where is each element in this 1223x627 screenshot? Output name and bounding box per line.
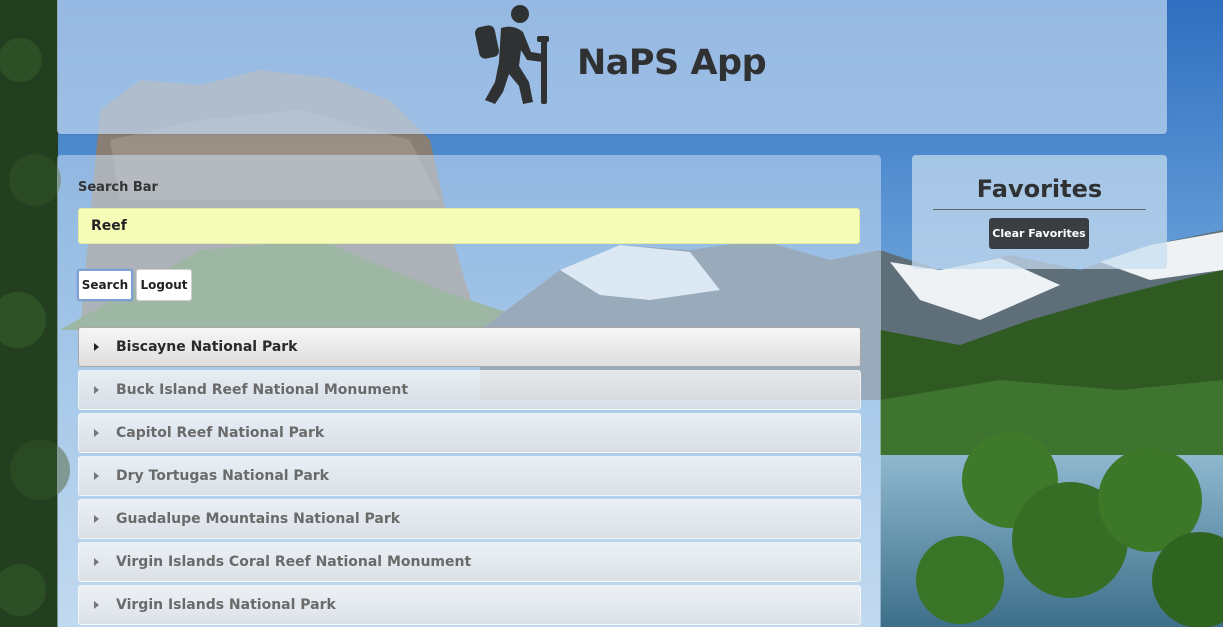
favorites-panel: Favorites Clear Favorites [912,155,1167,269]
result-item[interactable]: Dry Tortugas National Park [78,456,861,496]
app-title: NaPS App [577,43,767,83]
result-item-label: Virgin Islands National Park [116,597,336,613]
clear-favorites-button[interactable]: Clear Favorites [989,218,1089,249]
result-item[interactable]: Capitol Reef National Park [78,413,861,453]
result-item[interactable]: Guadalupe Mountains National Park [78,499,861,539]
favorites-divider [933,209,1146,210]
result-item[interactable]: Buck Island Reef National Monument [78,370,861,410]
caret-right-icon [94,386,99,394]
result-item[interactable]: Virgin Islands National Park [78,585,861,625]
result-item-label: Buck Island Reef National Monument [116,382,409,398]
search-panel: Search Bar Search Logout Biscayne Nation… [57,155,881,627]
caret-right-icon [94,601,99,609]
logout-button[interactable]: Logout [136,269,192,301]
caret-right-icon [94,343,99,351]
search-input[interactable] [78,208,860,244]
caret-right-icon [94,429,99,437]
search-label: Search Bar [78,180,158,195]
caret-right-icon [94,515,99,523]
caret-right-icon [94,472,99,480]
favorites-title: Favorites [976,175,1103,203]
result-item-label: Dry Tortugas National Park [116,468,329,484]
result-item[interactable]: Virgin Islands Coral Reef National Monum… [78,542,861,582]
results-list: Biscayne National Park Buck Island Reef … [78,327,861,627]
hiker-icon [473,2,553,106]
result-item-label: Capitol Reef National Park [116,425,325,441]
result-item-label: Guadalupe Mountains National Park [116,511,401,527]
result-item[interactable]: Biscayne National Park [78,327,861,367]
result-item-label: Virgin Islands Coral Reef National Monum… [116,554,472,570]
header-panel: NaPS App [57,0,1167,134]
caret-right-icon [94,558,99,566]
brand: NaPS App [473,2,767,106]
search-button[interactable]: Search [77,269,133,301]
result-item-label: Biscayne National Park [116,339,298,355]
